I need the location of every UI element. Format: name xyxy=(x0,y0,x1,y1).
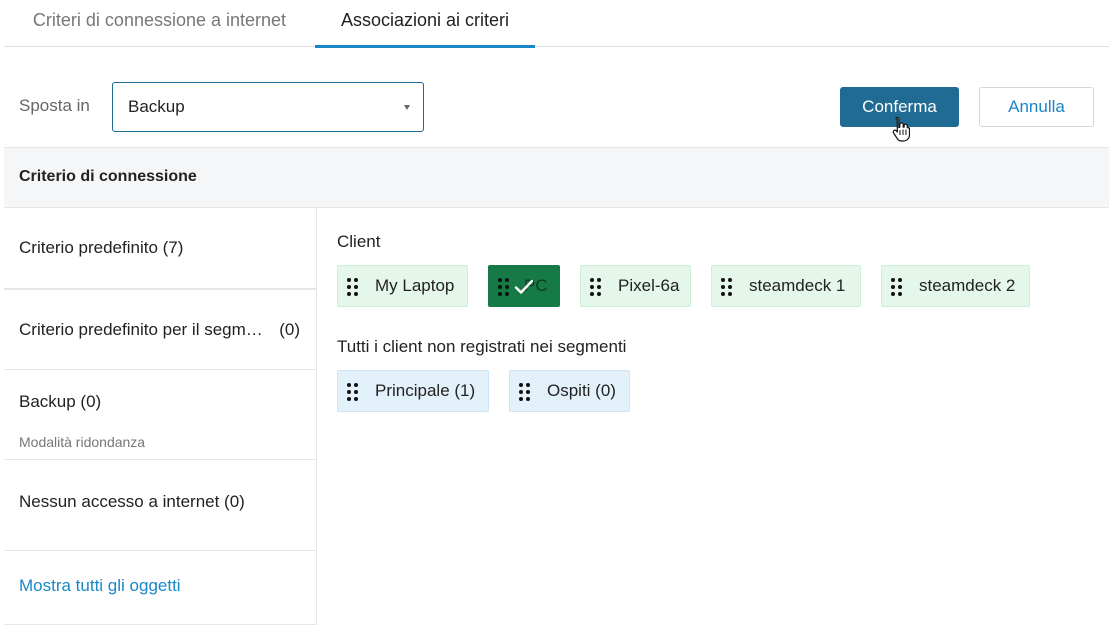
drag-handle-icon xyxy=(891,278,903,296)
policy-item-default[interactable]: Criterio predefinito (7) xyxy=(4,208,316,289)
client-chip-steamdeck-1[interactable]: steamdeck 1 xyxy=(711,265,861,307)
policy-item-count: (0) xyxy=(279,320,300,339)
client-chip-label: My Laptop xyxy=(375,276,455,295)
move-to-select[interactable]: Backup xyxy=(112,82,424,132)
segments-section-title: Tutti i client non registrati nei segmen… xyxy=(337,337,627,356)
segment-chip-label: Ospiti (0) xyxy=(547,381,616,400)
move-to-label: Sposta in xyxy=(19,96,90,115)
policy-item-no-internet[interactable]: Nessun accesso a internet (0) xyxy=(4,460,316,551)
client-chip-pc[interactable]: PC xyxy=(488,265,560,307)
client-chip-steamdeck-2[interactable]: steamdeck 2 xyxy=(881,265,1030,307)
policy-item-subtitle: Modalità ridondanza xyxy=(19,434,146,450)
drag-handle-icon xyxy=(498,278,510,296)
client-chip-label: Pixel-6a xyxy=(618,276,680,295)
policy-table-header: Criterio di connessione xyxy=(4,147,1109,208)
segment-chip-ospiti[interactable]: Ospiti (0) xyxy=(509,370,630,412)
policy-item-label: Criterio predefinito per il segm… xyxy=(19,320,263,339)
tab-policy-assignments[interactable]: Associazioni ai criteri xyxy=(315,0,535,48)
policy-item-label: Backup (0) xyxy=(19,392,102,411)
segment-chip-label: Principale (1) xyxy=(375,381,476,400)
client-chip-pixel-6a[interactable]: Pixel-6a xyxy=(580,265,691,307)
client-chip-label: steamdeck 2 xyxy=(919,276,1016,295)
segment-chip-principale[interactable]: Principale (1) xyxy=(337,370,489,412)
policy-item-segment-default[interactable]: Criterio predefinito per il segm… (0) xyxy=(4,289,316,370)
policy-item-label: Nessun accesso a internet (0) xyxy=(19,492,245,511)
client-chip-my-laptop[interactable]: My Laptop xyxy=(337,265,468,307)
show-all-objects-label: Mostra tutti gli oggetti xyxy=(19,576,181,595)
drag-handle-icon xyxy=(347,383,359,401)
policy-column-title: Criterio di connessione xyxy=(19,168,197,185)
drag-handle-icon xyxy=(590,278,602,296)
tab-internet-policies[interactable]: Criteri di connessione a internet xyxy=(4,0,315,47)
clients-section-title: Client xyxy=(337,232,381,251)
drag-handle-icon xyxy=(721,278,733,296)
hand-pointer-icon xyxy=(892,116,910,142)
move-to-selected-value: Backup xyxy=(128,97,185,116)
drag-handle-icon xyxy=(519,383,531,401)
cancel-button[interactable]: Annulla xyxy=(979,87,1094,127)
policy-item-label: Criterio predefinito (7) xyxy=(19,238,184,257)
drag-handle-icon xyxy=(347,278,359,296)
check-icon xyxy=(514,279,534,294)
show-all-objects-link[interactable]: Mostra tutti gli oggetti xyxy=(4,551,316,625)
client-chip-label: steamdeck 1 xyxy=(749,276,846,295)
policy-item-backup[interactable]: Backup (0) Modalità ridondanza xyxy=(4,370,316,460)
caret-down-icon xyxy=(404,105,410,110)
policy-list: Criterio predefinito (7) Criterio predef… xyxy=(4,208,317,625)
tab-bar: Criteri di connessione a internet Associ… xyxy=(4,0,1109,48)
